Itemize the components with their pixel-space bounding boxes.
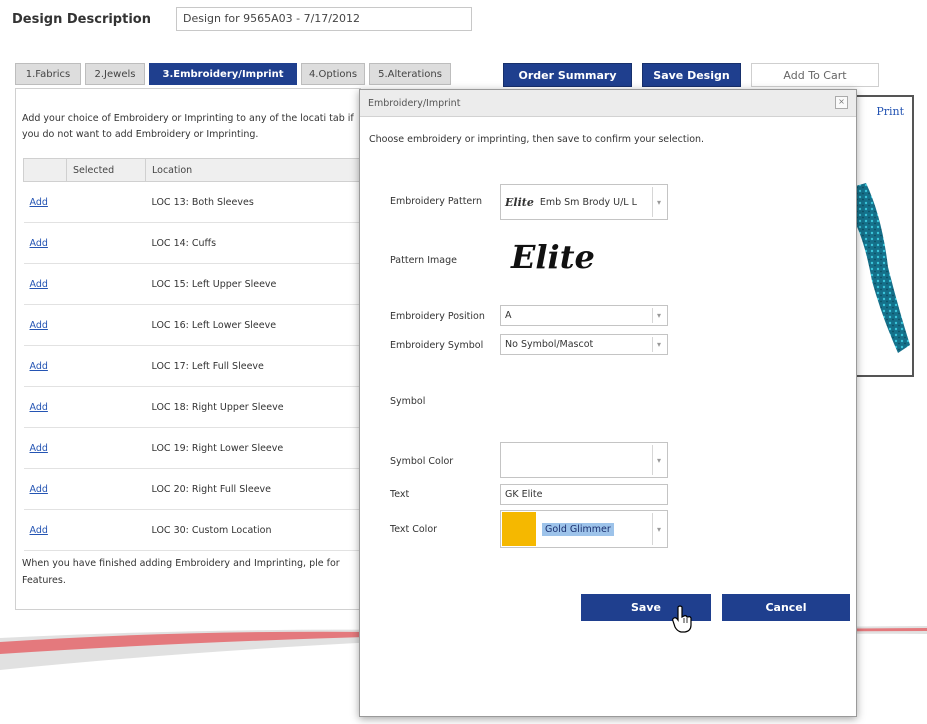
dialog-instruction: Choose embroidery or imprinting, then sa… — [369, 134, 705, 145]
location-cell: LOC 19: Right Lower Sleeve — [145, 427, 362, 469]
table-row: Add LOC 17: Left Full Sleeve — [23, 345, 362, 387]
table-row: Add LOC 19: Right Lower Sleeve — [23, 427, 362, 469]
embroidery-symbol-label: Embroidery Symbol — [390, 340, 484, 351]
print-link[interactable]: Print — [876, 105, 904, 118]
table-row: Add LOC 13: Both Sleeves — [23, 181, 362, 223]
design-description-input[interactable]: Design for 9565A03 - 7/17/2012 — [176, 7, 472, 31]
selected-cell — [66, 222, 146, 264]
col-location-header: Location — [145, 158, 362, 182]
location-cell: LOC 18: Right Upper Sleeve — [145, 386, 362, 428]
embroidery-symbol-value: No Symbol/Mascot — [505, 339, 594, 350]
dialog-header: Embroidery/Imprint × — [360, 90, 856, 117]
add-link[interactable]: Add — [30, 402, 48, 413]
add-to-cart-button[interactable]: Add To Cart — [751, 63, 879, 87]
save-design-button[interactable]: Save Design — [642, 63, 741, 87]
col-selected-header: Selected — [66, 158, 146, 182]
table-row: Add LOC 30: Custom Location — [23, 509, 362, 551]
selected-cell — [66, 304, 146, 346]
add-link[interactable]: Add — [30, 525, 48, 536]
table-row: Add LOC 14: Cuffs — [23, 222, 362, 264]
pattern-image: Elite — [511, 238, 595, 276]
location-cell: LOC 14: Cuffs — [145, 222, 362, 264]
symbol-color-select[interactable]: ▾ — [500, 442, 668, 478]
add-link[interactable]: Add — [30, 443, 48, 454]
embroidery-symbol-select[interactable]: No Symbol/Mascot ▾ — [500, 334, 668, 355]
add-link[interactable]: Add — [30, 320, 48, 331]
chevron-down-icon: ▾ — [652, 337, 665, 352]
embroidery-position-value: A — [505, 310, 512, 321]
step-tabs: 1.Fabrics 2.Jewels 3.Embroidery/Imprint … — [15, 63, 455, 85]
text-color-label: Text Color — [390, 524, 438, 535]
tab-fabrics[interactable]: 1.Fabrics — [15, 63, 81, 85]
chevron-down-icon: ▾ — [652, 187, 665, 217]
design-description-label: Design Description — [12, 12, 151, 27]
text-input[interactable]: GK Elite — [500, 484, 668, 505]
order-summary-button[interactable]: Order Summary — [503, 63, 632, 87]
table-row: Add LOC 18: Right Upper Sleeve — [23, 386, 362, 428]
selected-cell — [66, 181, 146, 223]
symbol-color-label: Symbol Color — [390, 456, 454, 467]
add-link[interactable]: Add — [30, 484, 48, 495]
location-cell: LOC 30: Custom Location — [145, 509, 362, 551]
table-row: Add LOC 15: Left Upper Sleeve — [23, 263, 362, 305]
text-color-select[interactable]: Gold Glimmer ▾ — [500, 510, 668, 548]
table-header-row: Selected Location — [23, 158, 362, 182]
selected-cell — [66, 263, 146, 305]
text-label: Text — [390, 489, 410, 500]
embroidery-position-label: Embroidery Position — [390, 311, 485, 322]
dialog-title: Embroidery/Imprint — [368, 97, 461, 109]
chevron-down-icon: ▾ — [652, 513, 665, 545]
tab-alterations[interactable]: 5.Alterations — [369, 63, 451, 85]
table-row: Add LOC 16: Left Lower Sleeve — [23, 304, 362, 346]
hand-cursor-icon — [672, 605, 692, 633]
finish-note: When you have finished adding Embroidery… — [22, 558, 340, 586]
tab-options[interactable]: 4.Options — [301, 63, 365, 85]
chevron-down-icon: ▾ — [652, 445, 665, 475]
location-cell: LOC 16: Left Lower Sleeve — [145, 304, 362, 346]
embroidery-locations-panel: Add your choice of Embroidery or Imprint… — [15, 88, 362, 610]
chevron-down-icon: ▾ — [652, 308, 665, 323]
cancel-button[interactable]: Cancel — [722, 594, 850, 621]
pattern-image-label: Pattern Image — [390, 255, 457, 266]
tab-embroidery-imprint[interactable]: 3.Embroidery/Imprint — [149, 63, 297, 85]
embroidery-pattern-select[interactable]: Elite Emb Sm Brody U/L L ▾ — [500, 184, 668, 220]
add-link[interactable]: Add — [30, 279, 48, 290]
selected-cell — [66, 386, 146, 428]
col-action-header — [23, 158, 67, 182]
embroidery-imprint-dialog: Embroidery/Imprint × Choose embroidery o… — [359, 89, 857, 717]
add-link[interactable]: Add — [30, 197, 48, 208]
selected-cell — [66, 427, 146, 469]
table-row: Add LOC 20: Right Full Sleeve — [23, 468, 362, 510]
symbol-label: Symbol — [390, 396, 426, 407]
embroidery-pattern-label: Embroidery Pattern — [390, 196, 483, 207]
location-cell: LOC 20: Right Full Sleeve — [145, 468, 362, 510]
selected-cell — [66, 509, 146, 551]
tab-jewels[interactable]: 2.Jewels — [85, 63, 145, 85]
location-cell: LOC 17: Left Full Sleeve — [145, 345, 362, 387]
text-color-value: Gold Glimmer — [542, 522, 614, 536]
locations-table: Selected Location Add LOC 13: Both Sleev… — [23, 158, 362, 551]
selected-cell — [66, 468, 146, 510]
selected-cell — [66, 345, 146, 387]
add-link[interactable]: Add — [30, 361, 48, 372]
intro-text: Add your choice of Embroidery or Imprint… — [22, 113, 354, 140]
sleeve-preview-image — [852, 183, 910, 353]
close-icon[interactable]: × — [835, 96, 848, 109]
pattern-thumbnail: Elite — [505, 195, 534, 209]
color-swatch — [502, 512, 536, 546]
add-link[interactable]: Add — [30, 238, 48, 249]
location-cell: LOC 15: Left Upper Sleeve — [145, 263, 362, 305]
embroidery-pattern-value: Emb Sm Brody U/L L — [539, 196, 637, 208]
embroidery-position-select[interactable]: A ▾ — [500, 305, 668, 326]
location-cell: LOC 13: Both Sleeves — [145, 181, 362, 223]
